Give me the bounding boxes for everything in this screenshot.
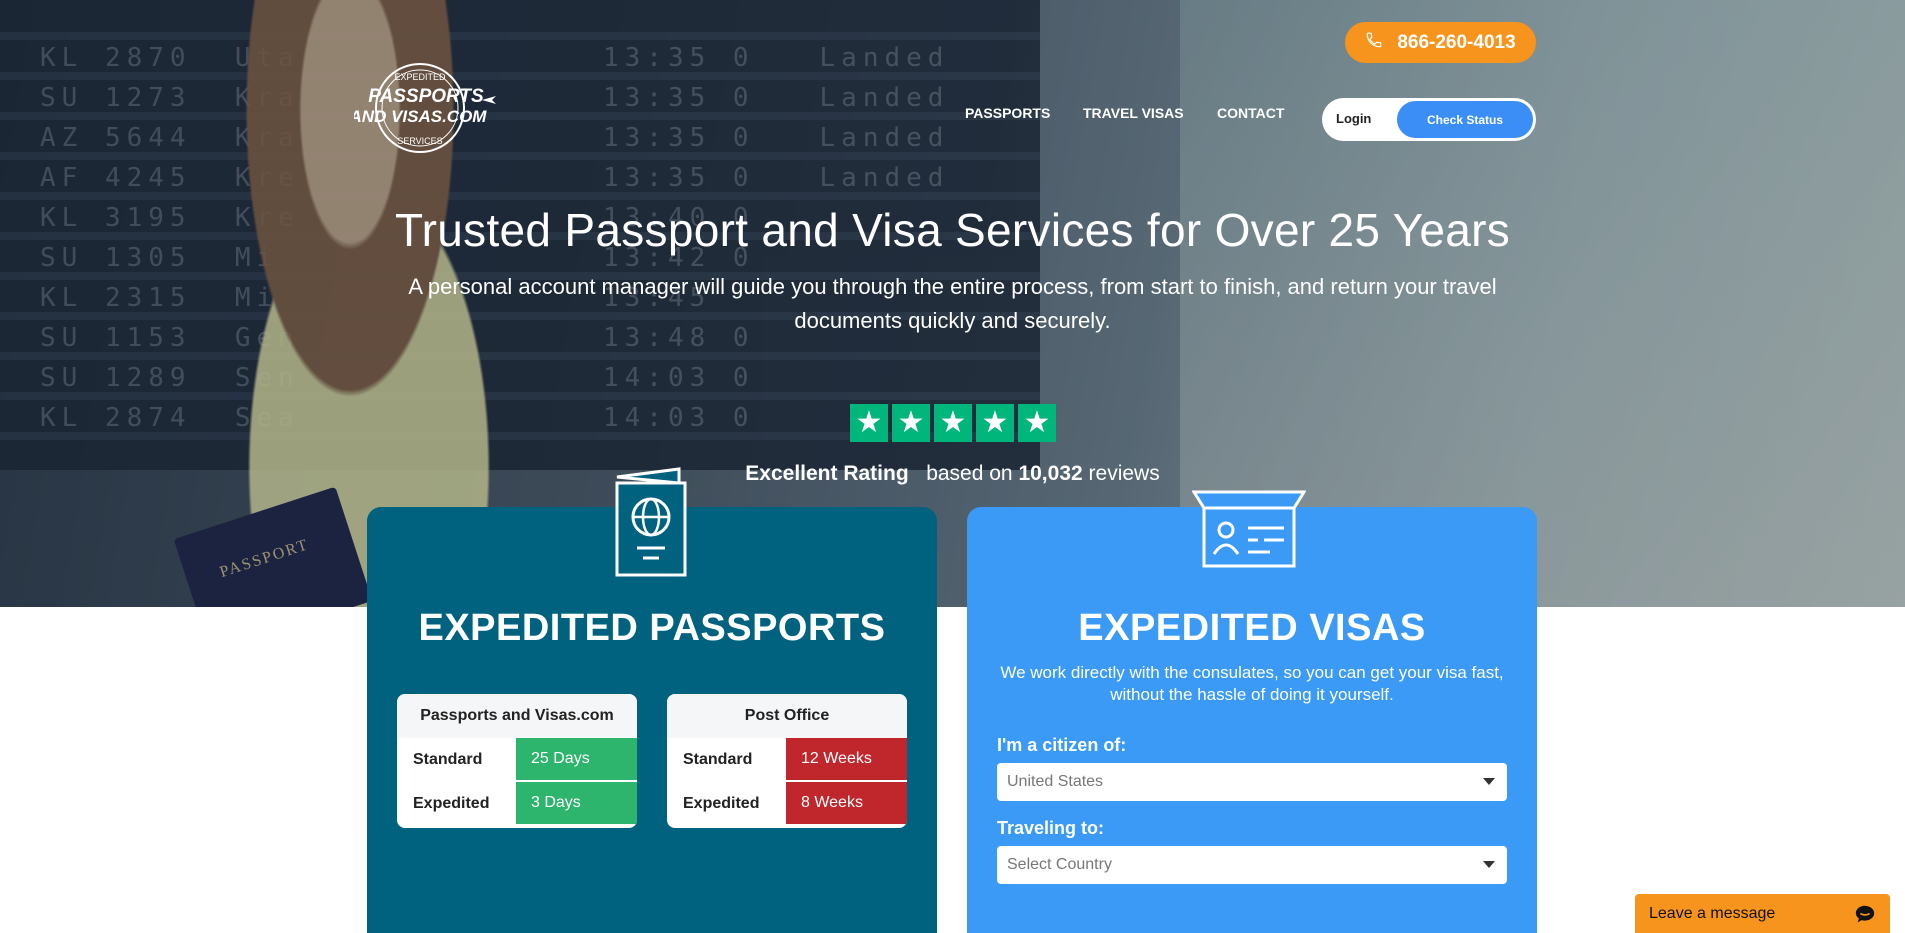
hero-subtitle: A personal account manager will guide yo… [408,274,1497,333]
visas-card-title: EXPEDITED VISAS [1078,607,1426,649]
citizen-label: I'm a citizen of: [997,735,1127,755]
nav-contact[interactable]: CONTACT [1217,105,1284,121]
destination-select-placeholder: Select Country [1007,856,1112,873]
chevron-down-icon [1483,861,1495,868]
rating-reviews: reviews [1088,462,1160,485]
expedited-visas-card: EXPEDITED VISAS We work directly with th… [967,490,1537,933]
traveling-label: Traveling to: [997,818,1105,838]
hero-title: Trusted Passport and Visa Services for O… [394,204,1511,256]
site-logo[interactable]: EXPEDITED PASSPORTS AND VISAS.COM SERVIC… [349,60,502,160]
auth-group: Login Check Status [1322,98,1536,141]
comparison-row: Expedited 8 Weeks [667,782,907,826]
login-button[interactable]: Login [1336,111,1371,126]
comparison-header: Post Office [667,694,907,738]
citizen-select[interactable]: United States [997,763,1507,801]
trustpilot-stars[interactable]: ★ ★ ★ ★ ★ [850,404,1056,442]
citizen-select-value: United States [1007,773,1104,790]
svg-text:SERVICES: SERVICES [397,136,442,146]
star-icon: ★ [850,404,888,442]
comparison-ours: Passports and Visas.com Standard 25 Days… [397,694,637,828]
star-icon: ★ [934,404,972,442]
check-status-button[interactable]: Check Status [1397,101,1533,138]
expedited-passports-card[interactable]: EXPEDITED PASSPORTS Passports and Visas.… [367,467,937,933]
rating-label: Excellent Rating [745,462,909,485]
nav-travel-visas[interactable]: TRAVEL VISAS [1083,105,1184,121]
phone-button[interactable]: 866-260-4013 [1345,22,1536,63]
svg-text:EXPEDITED: EXPEDITED [394,72,446,82]
passports-card-title: EXPEDITED PASSPORTS [418,607,886,649]
visas-description: We work directly with the consulates, so… [1000,663,1504,704]
star-icon: ★ [1018,404,1056,442]
star-icon: ★ [892,404,930,442]
rating-based-on: based on [926,462,1013,485]
star-icon: ★ [976,404,1014,442]
svg-text:AND VISAS.COM: AND VISAS.COM [354,107,487,126]
visa-icon [1191,490,1307,575]
comparison-header: Passports and Visas.com [397,694,637,738]
chat-bubble-icon [1854,903,1876,930]
chevron-down-icon [1483,778,1495,785]
chat-label: Leave a message [1649,904,1776,922]
comparison-post-office: Post Office Standard 12 Weeks Expedited … [667,694,907,828]
comparison-row: Expedited 3 Days [397,782,637,826]
svg-text:PASSPORTS: PASSPORTS [368,86,484,107]
rating-summary: Excellent Rating based on 10,032 reviews [0,462,1905,486]
comparison-row: Standard 25 Days [397,738,637,782]
phone-number: 866-260-4013 [1397,31,1516,53]
nav-passports[interactable]: PASSPORTS [965,105,1050,121]
destination-select[interactable]: Select Country [997,846,1507,884]
rating-count: 10,032 [1018,462,1083,485]
passport-icon [615,467,689,584]
leave-message-widget[interactable]: Leave a message [1635,894,1890,933]
comparison-row: Standard 12 Weeks [667,738,907,782]
phone-icon [1365,31,1383,55]
